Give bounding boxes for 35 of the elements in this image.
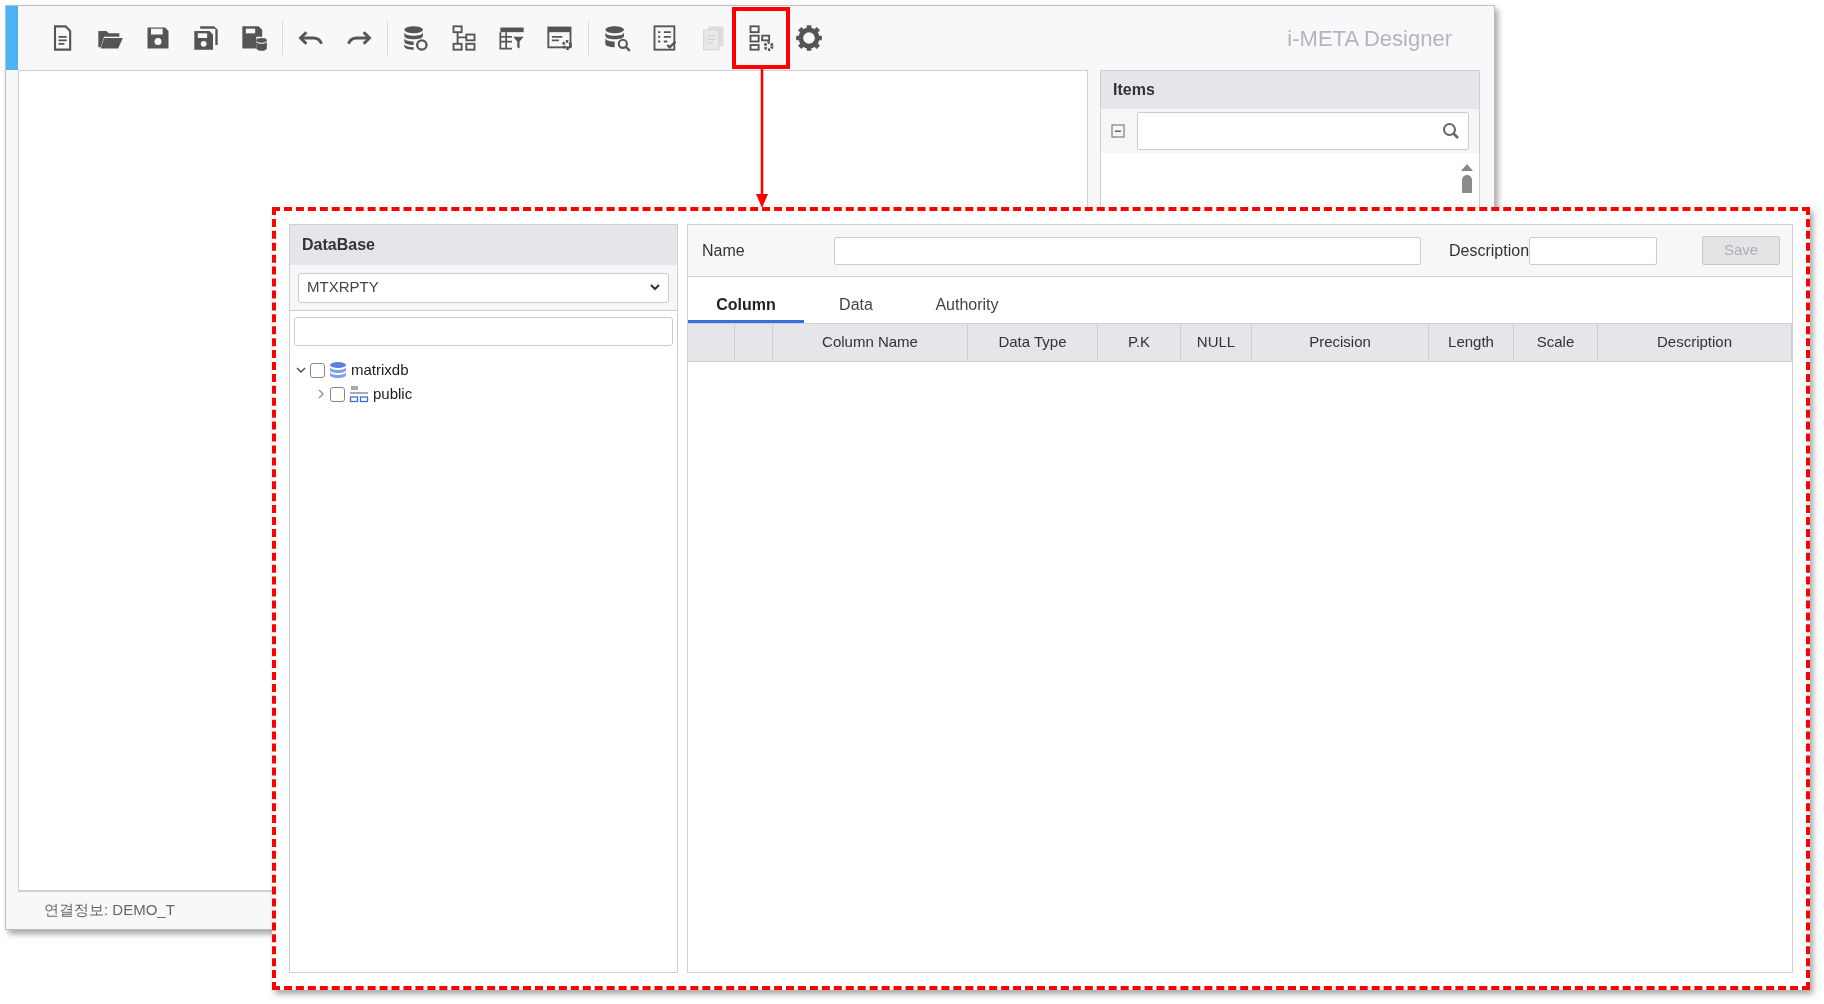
column-header[interactable]: Length — [1429, 324, 1514, 361]
scrollbar-thumb[interactable] — [1462, 175, 1472, 193]
tree-item[interactable]: matrixdb — [351, 358, 409, 382]
status-text: 연결정보: DEMO_T — [44, 900, 175, 921]
schema-icon — [349, 385, 369, 403]
tree-checkbox[interactable] — [310, 362, 325, 378]
accent-bar — [6, 6, 18, 70]
tree-checkbox[interactable] — [330, 386, 345, 402]
tree-item[interactable]: public — [373, 382, 413, 406]
tab[interactable]: Authority — [908, 289, 1026, 323]
field-label: Description — [1449, 240, 1530, 261]
database-icon — [329, 361, 347, 379]
dropdown-icon — [650, 284, 660, 291]
column-header[interactable]: Precision — [1252, 324, 1429, 361]
field-label: Name — [702, 240, 746, 261]
scroll-up-icon[interactable] — [1461, 163, 1473, 171]
search-icon — [1442, 122, 1460, 140]
database-select[interactable]: MTXRPTY — [298, 272, 669, 303]
description-field[interactable] — [1529, 236, 1658, 265]
expand-caret-icon[interactable] — [296, 365, 306, 375]
search-field[interactable] — [1137, 112, 1469, 150]
panel-title: DataBase — [302, 235, 375, 255]
collapse-icon[interactable] — [1111, 124, 1125, 138]
column-header[interactable]: Column Name — [773, 324, 968, 361]
name-field[interactable] — [834, 236, 1421, 265]
column-header[interactable]: Description — [1598, 324, 1792, 361]
panel-title: Items — [1113, 80, 1155, 100]
tab[interactable]: Data — [804, 289, 908, 323]
column-header[interactable]: P.K — [1098, 324, 1181, 361]
column-header[interactable]: Data Type — [968, 324, 1098, 361]
tree-filter-field[interactable] — [294, 317, 673, 346]
app-title: i-META Designer — [1287, 24, 1452, 53]
column-header[interactable]: Scale — [1514, 324, 1598, 361]
column-header[interactable]: NULL — [1181, 324, 1252, 361]
hierarchy-gear-icon[interactable] — [732, 7, 790, 69]
